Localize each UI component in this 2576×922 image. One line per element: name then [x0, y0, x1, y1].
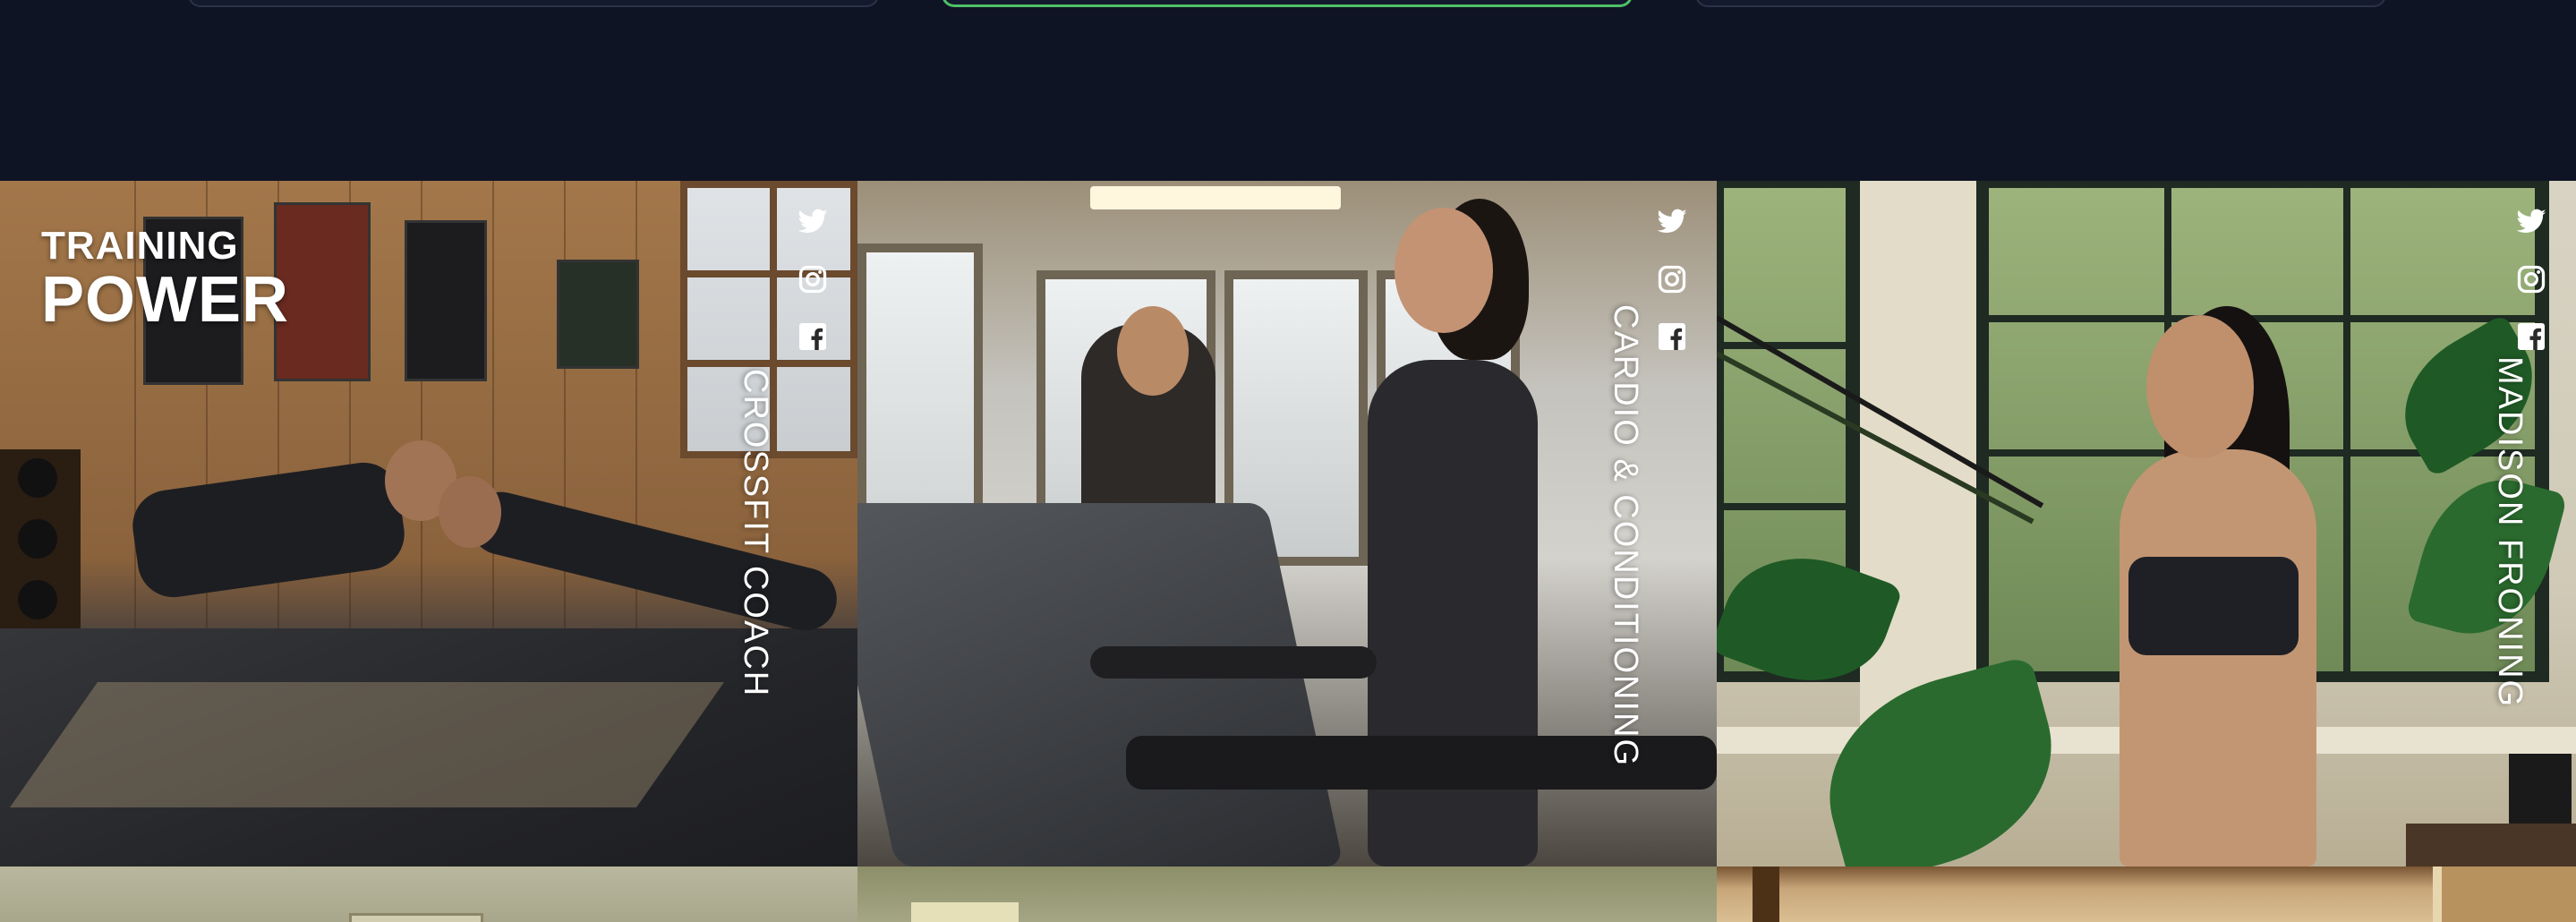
trainer-role: MADISON FRONING: [2481, 181, 2535, 867]
pricing-card-featured: [942, 0, 1633, 7]
logo-line-power: POWER: [41, 264, 290, 336]
trainer-card-row2-1[interactable]: [0, 867, 857, 922]
social-links: [1656, 206, 1688, 378]
trainer-role: CROSSFIT COACH: [727, 181, 780, 867]
trainer-role-text: CARDIO & CONDITIONING: [1607, 304, 1644, 768]
trainer-photo: [857, 867, 1717, 922]
trainer-role: CARDIO & CONDITIONING: [1597, 181, 1651, 867]
trainer-card-row2-3[interactable]: [1717, 867, 2576, 922]
logo-line-training: TRAINING: [41, 224, 239, 268]
instagram-icon[interactable]: [1656, 263, 1688, 295]
twitter-icon[interactable]: [1656, 206, 1688, 238]
trainer-role-text: MADISON FRONING: [2491, 356, 2529, 709]
pricing-section-bottom: [0, 0, 2576, 181]
trainer-photo: [857, 181, 1717, 867]
trainer-card-crossfit-coach[interactable]: TRAINING POWER CROSSFIT COACH: [0, 181, 857, 867]
trainer-role-text: CROSSFIT COACH: [737, 369, 774, 698]
facebook-icon[interactable]: [1656, 320, 1688, 353]
trainer-card-row2-2[interactable]: [857, 867, 1717, 922]
twitter-icon[interactable]: [797, 206, 829, 238]
trainer-photo: [1717, 867, 2576, 922]
social-links: [797, 206, 829, 378]
site-logo[interactable]: TRAINING POWER: [41, 224, 290, 336]
trainer-card-madison-froning[interactable]: MADISON FRONING: [1717, 181, 2576, 867]
trainer-photo: [1717, 181, 2576, 867]
instagram-icon[interactable]: [797, 263, 829, 295]
pricing-card-basic: [188, 0, 879, 7]
trainer-grid: TRAINING POWER CROSSFIT COACH CARDIO & C…: [0, 181, 2576, 922]
pricing-card-premium: [1695, 0, 2386, 7]
trainer-photo: [0, 867, 857, 922]
trainer-card-cardio-conditioning[interactable]: CARDIO & CONDITIONING: [857, 181, 1717, 867]
facebook-icon[interactable]: [797, 320, 829, 353]
